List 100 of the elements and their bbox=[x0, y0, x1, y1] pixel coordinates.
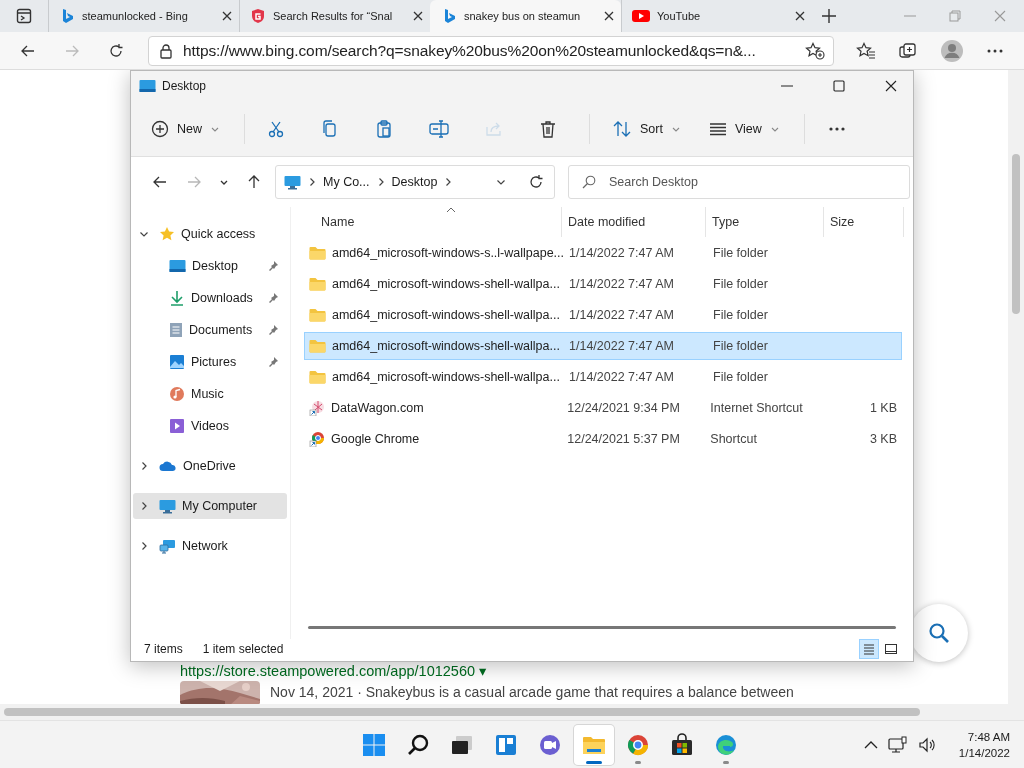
volume-icon[interactable] bbox=[918, 736, 936, 753]
file-row[interactable]: DataWagon.com 12/24/2021 9:34 PM Internet Shortcut 1 KB bbox=[304, 394, 902, 422]
desktop-icon bbox=[169, 259, 186, 273]
breadcrumb-item[interactable]: My Co... bbox=[323, 175, 370, 189]
file-row[interactable]: amd64_microsoft-windows-shell-wallpa... 1/14/2022 7:47 AM File folder bbox=[304, 301, 902, 329]
sort-button[interactable]: Sort bbox=[604, 110, 689, 147]
sidebar-item[interactable]: Pictures bbox=[163, 349, 287, 375]
preview-view-icon bbox=[883, 641, 899, 657]
date-cell-text: 1/14/2022 7:47 AM bbox=[568, 339, 675, 353]
refresh-icon bbox=[108, 42, 124, 59]
sidebar-item[interactable]: My Computer bbox=[133, 493, 287, 519]
clipboard-icon bbox=[375, 119, 393, 138]
web-shortcut-icon bbox=[309, 400, 325, 416]
view-button[interactable]: View bbox=[700, 110, 788, 147]
network-icon bbox=[159, 538, 176, 554]
document-icon bbox=[169, 322, 183, 338]
favorites-icon[interactable] bbox=[856, 41, 876, 60]
search-icon bbox=[406, 732, 430, 757]
selection-count: 1 item selected bbox=[202, 642, 284, 656]
image-icon bbox=[169, 354, 185, 370]
close-tab-icon[interactable] bbox=[603, 10, 615, 22]
chevron-down-icon[interactable] bbox=[496, 177, 506, 187]
sidebar-item[interactable]: Network bbox=[133, 533, 287, 559]
vertical-scrollbar[interactable] bbox=[1008, 70, 1024, 704]
size-cell-text: 3 KB bbox=[868, 432, 898, 446]
profile-avatar-icon[interactable] bbox=[940, 38, 964, 63]
file-name: amd64_microsoft-windows-s..l-wallpape... bbox=[332, 246, 565, 260]
list-view-icon bbox=[708, 121, 727, 136]
sidebar-item[interactable]: Desktop bbox=[163, 253, 287, 279]
close-icon[interactable] bbox=[885, 80, 897, 92]
sidebar-item[interactable]: OneDrive bbox=[133, 453, 287, 479]
date-cell-text: 1/14/2022 7:47 AM bbox=[568, 277, 675, 291]
sidebar-item[interactable]: Videos bbox=[163, 413, 287, 439]
sort-icon bbox=[612, 119, 632, 138]
browser-tab[interactable]: snakey bus on steamun bbox=[430, 0, 621, 32]
column-header[interactable]: Date modified bbox=[562, 207, 706, 237]
date-cell-text: 12/24/2021 5:37 PM bbox=[566, 432, 681, 446]
pin-icon bbox=[267, 292, 279, 304]
breadcrumb-item[interactable]: Desktop bbox=[391, 175, 438, 189]
chevron-right-icon[interactable] bbox=[139, 501, 149, 511]
clock[interactable]: 7:48 AM 1/14/2022 bbox=[950, 728, 1010, 761]
column-header[interactable]: Size bbox=[824, 207, 904, 237]
sidebar-item[interactable]: Quick access bbox=[133, 221, 287, 247]
folder-icon bbox=[309, 339, 326, 353]
close-tab-icon[interactable] bbox=[412, 10, 424, 22]
star-icon bbox=[159, 226, 175, 242]
address-bar[interactable]: https://www.bing.com/search?q=snakey%20bus%20on%20steamunlocked&qs=n&... bbox=[148, 35, 834, 66]
start-icon bbox=[362, 732, 386, 757]
file-name: amd64_microsoft-windows-shell-wallpa... bbox=[332, 339, 560, 353]
horizontal-scrollbar[interactable] bbox=[0, 704, 1024, 720]
date-cell-text: 12/24/2021 9:34 PM bbox=[566, 401, 681, 415]
tab-actions-icon[interactable] bbox=[16, 8, 32, 24]
address-field[interactable]: My Co... Desktop bbox=[275, 165, 555, 199]
rename-icon bbox=[429, 119, 449, 138]
scissors-icon bbox=[267, 119, 285, 138]
trash-icon bbox=[539, 119, 557, 138]
file-name: Google Chrome bbox=[331, 432, 420, 446]
close-tab-icon[interactable] bbox=[221, 10, 233, 22]
more-icon[interactable] bbox=[986, 47, 1004, 54]
item-count: 7 items bbox=[144, 642, 183, 656]
file-row[interactable]: amd64_microsoft-windows-shell-wallpa... 1/14/2022 7:47 AM File folder bbox=[304, 270, 902, 298]
music-note-icon bbox=[169, 386, 185, 402]
plus-circle-icon bbox=[151, 119, 169, 138]
horizontal-scrollbar[interactable] bbox=[308, 626, 896, 629]
file-name: amd64_microsoft-windows-shell-wallpa... bbox=[332, 370, 560, 384]
video-icon bbox=[169, 418, 185, 434]
widgets-icon bbox=[494, 732, 518, 757]
collections-icon[interactable] bbox=[898, 41, 918, 60]
result-snippet: Nov 14, 2021 · Snakeybus is a casual arcade game that requires a balance between bbox=[270, 684, 794, 700]
file-row[interactable]: amd64_microsoft-windows-shell-wallpa... 1/14/2022 7:47 AM File folder bbox=[304, 332, 902, 360]
sidebar-item[interactable]: Music bbox=[163, 381, 287, 407]
sidebar-item[interactable]: Downloads bbox=[163, 285, 287, 311]
pin-icon bbox=[267, 260, 279, 272]
chevron-up-icon[interactable] bbox=[864, 739, 878, 750]
file-row[interactable]: amd64_microsoft-windows-s..l-wallpape... 1/14/2022 7:47 AM File folder bbox=[304, 239, 902, 267]
refresh-icon[interactable] bbox=[528, 174, 544, 190]
close-tab-icon[interactable] bbox=[794, 10, 806, 22]
type-cell-text: Shortcut bbox=[709, 432, 758, 446]
chevron-right-icon[interactable] bbox=[139, 461, 149, 471]
chevron-down-icon[interactable] bbox=[139, 229, 149, 239]
column-header[interactable]: Type bbox=[706, 207, 824, 237]
chevron-right-icon[interactable] bbox=[139, 541, 149, 551]
monitor-icon bbox=[159, 498, 176, 514]
search-field[interactable]: Search Desktop bbox=[568, 165, 910, 199]
up-arrow-icon bbox=[246, 174, 262, 190]
folder-icon bbox=[309, 277, 326, 291]
maximize-icon[interactable] bbox=[833, 80, 845, 92]
sidebar-item[interactable]: Documents bbox=[163, 317, 287, 343]
new-tab-icon[interactable] bbox=[821, 8, 837, 24]
play-logo-icon bbox=[632, 9, 650, 23]
network-icon[interactable] bbox=[888, 735, 908, 754]
file-row[interactable]: amd64_microsoft-windows-shell-wallpa... 1/14/2022 7:47 AM File folder bbox=[304, 363, 902, 391]
result-url-link[interactable]: https://store.steampowered.com/app/1012560 ▾ bbox=[180, 663, 487, 679]
back-icon bbox=[152, 174, 168, 190]
download-icon bbox=[169, 290, 185, 306]
add-favorite-icon[interactable] bbox=[805, 41, 825, 60]
folder-icon bbox=[309, 370, 326, 384]
file-row[interactable]: Google Chrome 12/24/2021 5:37 PM Shortcut 3 KB bbox=[304, 425, 902, 453]
new-button[interactable]: New bbox=[143, 110, 228, 147]
column-header[interactable]: Name bbox=[304, 207, 562, 237]
